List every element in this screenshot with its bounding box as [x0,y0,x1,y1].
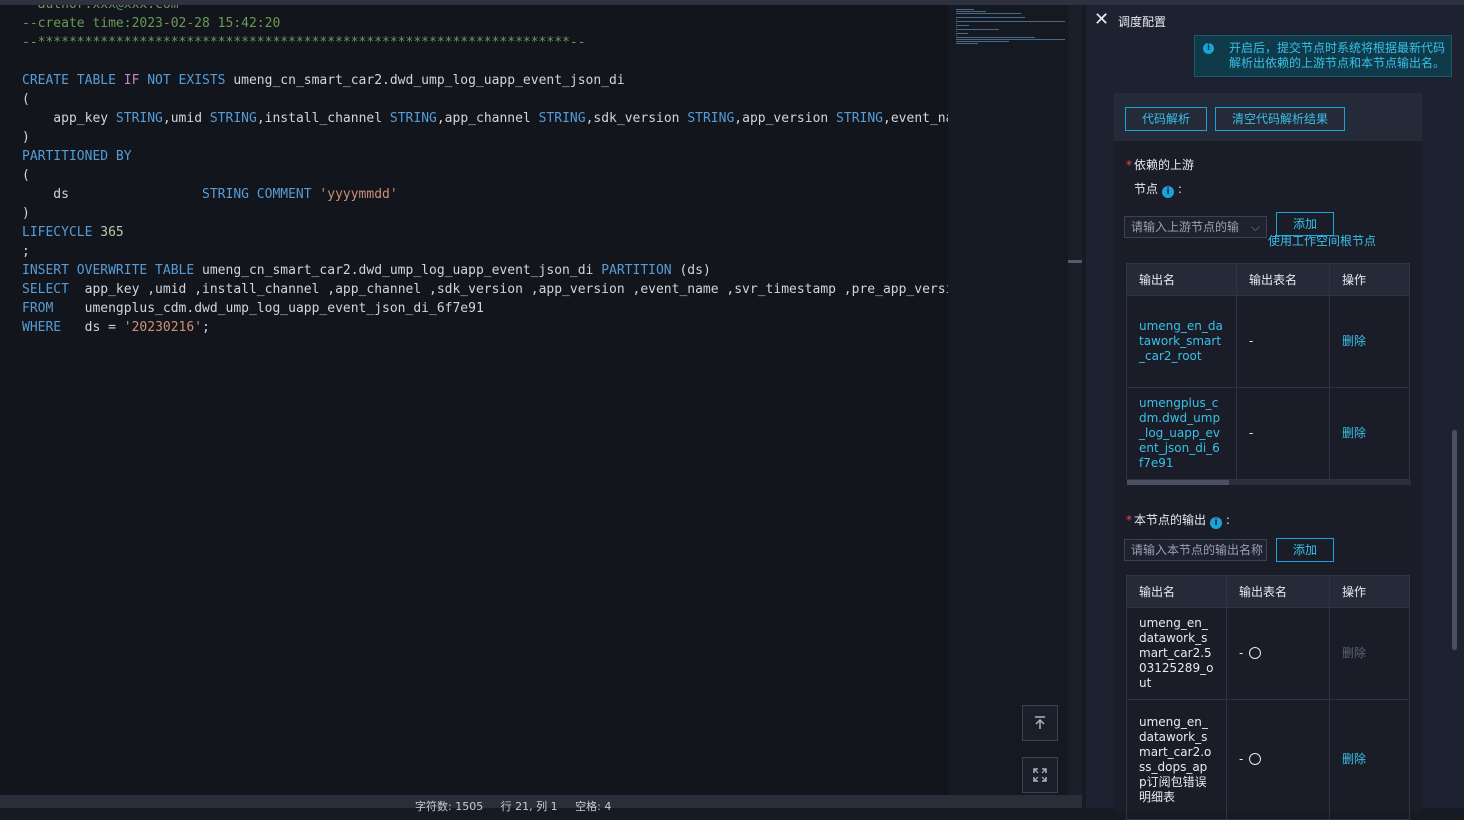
code-minimap[interactable] [948,5,1068,795]
info-icon: i [1203,43,1214,54]
minimap-line [956,23,957,24]
minimap-line [956,25,969,26]
minimap-line [956,31,957,32]
table-row: umeng_en_datawork_smart_car2_root - 删除 [1126,295,1410,388]
clear-parse-button[interactable]: 清空代码解析结果 [1215,107,1345,131]
code-line[interactable]: ds STRING COMMENT 'yyyymmdd' [22,185,948,204]
minimap-line [956,21,1065,22]
output-table: - [1236,387,1330,480]
table-row: umengplus_cdm.dwd_ump_log_uapp_event_jso… [1126,387,1410,480]
fullscreen-button[interactable] [1022,757,1058,793]
code-line[interactable]: LIFECYCLE 365 [22,223,948,242]
panel-header: ✕ 调度配置 [1086,5,1464,35]
code-line[interactable]: INSERT OVERWRITE TABLE umeng_cn_smart_ca… [22,261,948,280]
panel-scrollbar-thumb[interactable] [1452,430,1457,650]
col-output-name: 输出名 [1126,263,1237,296]
code-line[interactable]: SELECT app_key ,umid ,install_channel ,a… [22,280,948,299]
delete-button-disabled: 删除 [1329,607,1410,700]
parse-toolbar: 代码解析 清空代码解析结果 [1114,93,1422,141]
code-line[interactable]: ; [22,242,948,261]
output-label: * 本节点的输出 i : [1126,513,1230,529]
code-line[interactable]: --author:xxx@xxx.com [22,5,948,14]
table-row: umeng_en_datawork_smart_car2.503125289_o… [1126,607,1410,700]
upstream-label: * 依赖的上游 [1126,158,1195,172]
code-line[interactable]: ) [22,128,948,147]
output-table: 输出名 输出表名 操作 umeng_en_datawork_smart_car2… [1126,575,1410,820]
panel-title: 调度配置 [1118,15,1167,29]
code-line[interactable]: FROM umengplus_cdm.dwd_ump_log_uapp_even… [22,299,948,318]
chevron-down-icon: ⌵ [1250,220,1260,234]
minimap-line [956,27,957,28]
minimap-line [956,13,1021,14]
code-line[interactable] [22,52,948,71]
output-name: umeng_en_datawork_smart_car2.oss_dops_ap… [1126,699,1227,820]
code-line[interactable]: WHERE ds = '20230216'; [22,318,948,337]
info-text: 开启后，提交节点时系统将根据最新代码解析出依赖的上游节点和本节点输出名。 [1229,41,1446,70]
info-alert: i 开启后，提交节点时系统将根据最新代码解析出依赖的上游节点和本节点输出名。 [1194,35,1452,77]
node-label: 节点 i : [1134,182,1182,198]
minimap-line [956,39,1065,40]
output-table: - [1226,699,1330,820]
minimap-line [956,41,1010,42]
status-bar: 字符数: 1505 行 21, 列 1 空格: 4 [0,795,1082,813]
table-hscrollbar[interactable] [1127,480,1411,485]
add-output-button[interactable]: 添加 [1276,538,1334,562]
editor-scrollbar[interactable] [1068,5,1082,795]
dependency-section: 代码解析 清空代码解析结果 * 依赖的上游 节点 i : 请输入上游节点的输 ⌵ 添… [1114,93,1422,820]
use-root-node-link[interactable]: 使用工作空间根节点 [1268,232,1376,249]
output-name: umeng_en_datawork_smart_car2.503125289_o… [1126,607,1227,700]
help-icon[interactable]: i [1162,186,1175,198]
expand-icon [1033,768,1047,782]
edit-icon[interactable] [1249,647,1262,659]
output-table: - [1226,607,1330,700]
col-output-table: 输出表名 [1226,575,1330,608]
output-table: - [1236,295,1330,388]
arrow-up-icon [1035,716,1045,729]
delete-button[interactable]: 删除 [1329,295,1410,388]
minimap-line [956,19,957,20]
editor-scrollbar-thumb[interactable] [1068,260,1082,263]
output-name[interactable]: umeng_en_datawork_smart_car2_root [1126,295,1237,388]
minimap-line [956,11,986,12]
code-line[interactable]: ( [22,90,948,109]
code-line[interactable]: ( [22,166,948,185]
minimap-line [956,43,978,44]
col-operation: 操作 [1329,575,1410,608]
close-icon[interactable]: ✕ [1094,9,1109,30]
code-line[interactable]: CREATE TABLE IF NOT EXISTS umeng_cn_smar… [22,71,948,90]
code-content[interactable]: --author:xxx@xxx.com--create time:2023-0… [22,5,948,337]
minimap-line [956,9,974,10]
schedule-config-panel: ✕ 调度配置 i 开启后，提交节点时系统将根据最新代码解析出依赖的上游节点和本节… [1086,5,1464,820]
scroll-to-top-button[interactable] [1022,705,1058,741]
code-line[interactable]: app_key STRING,umid STRING,install_chann… [22,109,948,128]
code-line[interactable]: ) [22,204,948,223]
minimap-line [956,37,1036,38]
help-icon[interactable]: i [1210,517,1223,529]
col-operation: 操作 [1329,263,1410,296]
code-line[interactable]: PARTITIONED BY [22,147,948,166]
upstream-node-select[interactable]: 请输入上游节点的输 ⌵ [1124,216,1267,238]
code-editor[interactable]: --author:xxx@xxx.com--create time:2023-0… [0,5,948,795]
delete-button[interactable]: 删除 [1329,699,1410,820]
table-row: umeng_en_datawork_smart_car2.oss_dops_ap… [1126,699,1410,820]
hscroll-thumb[interactable] [1127,480,1229,485]
output-name-input[interactable]: 请输入本节点的输出名称 [1124,539,1267,561]
col-output-table: 输出表名 [1236,263,1330,296]
col-output-name: 输出名 [1126,575,1227,608]
minimap-line [956,33,968,34]
minimap-line [956,17,1026,18]
minimap-line [956,29,1000,30]
code-line[interactable]: --**************************************… [22,33,948,52]
status-text: 字符数: 1505 行 21, 列 1 空格: 4 [415,800,612,813]
parse-code-button[interactable]: 代码解析 [1125,107,1207,131]
upstream-table: 输出名 输出表名 操作 umeng_en_datawork_smart_car2… [1126,263,1410,480]
code-line[interactable]: --create time:2023-02-28 15:42:20 [22,14,948,33]
minimap-line [956,35,957,36]
delete-button[interactable]: 删除 [1329,387,1410,480]
edit-icon[interactable] [1249,753,1262,765]
line-gutter [0,5,22,795]
output-name[interactable]: umengplus_cdm.dwd_ump_log_uapp_event_jso… [1126,387,1237,480]
